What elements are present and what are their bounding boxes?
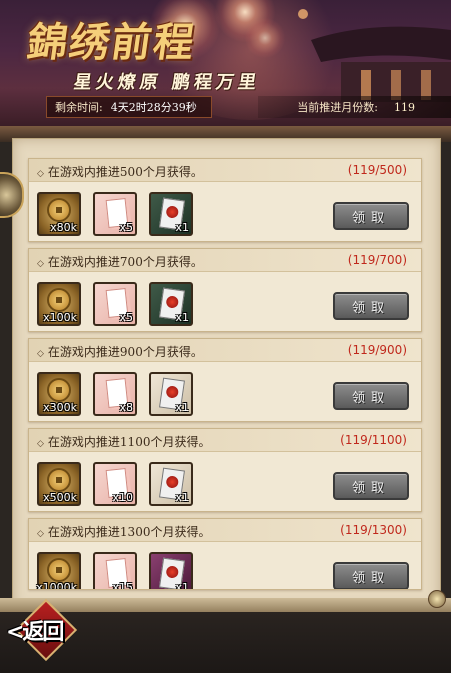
task-title: ◇ 在游戏内推进500个月获得。 xyxy=(37,163,203,180)
reward-count: x1 xyxy=(175,311,189,324)
reward-count: x1 xyxy=(175,401,189,414)
task-progress: (119/900) xyxy=(347,343,407,357)
task-title: ◇ 在游戏内推进700个月获得。 xyxy=(37,253,203,270)
current-months-value: 119 xyxy=(394,100,415,114)
reward-count: x1 xyxy=(175,491,189,504)
info-bar: 剩余时间: 4天2时28分39秒 当前推进月份数: 119 xyxy=(0,96,451,122)
event-title: 錦绣前程 xyxy=(24,19,199,66)
reward-count: x500k xyxy=(43,491,77,504)
task-title: ◇ 在游戏内推进1100个月获得。 xyxy=(37,433,210,450)
diamond-bullet-icon: ◇ xyxy=(37,529,44,539)
reward-count: x1000k xyxy=(36,581,77,590)
red-flower-card-icon[interactable]: x1 xyxy=(149,282,193,326)
claim-button[interactable]: 领取 xyxy=(333,382,409,410)
pink-card-icon[interactable]: x10 xyxy=(93,462,137,506)
reward-art xyxy=(47,468,71,492)
red-flower-card-icon[interactable]: x1 xyxy=(149,372,193,416)
remaining-time-label: 剩余时间: xyxy=(55,101,103,114)
reward-count: x300k xyxy=(43,401,77,414)
claim-button[interactable]: 领取 xyxy=(333,292,409,320)
remaining-time-value: 4天2时28分39秒 xyxy=(110,101,197,114)
task-card-header: ◇ 在游戏内推进1100个月获得。 (119/1100) xyxy=(29,429,421,452)
task-title-text: 在游戏内推进500个月获得。 xyxy=(47,165,203,179)
task-card: ◇ 在游戏内推进700个月获得。 (119/700) x100k x5 x1 领取 xyxy=(28,248,422,332)
pink-card-icon[interactable]: x5 xyxy=(93,282,137,326)
task-card-header: ◇ 在游戏内推进500个月获得。 (119/500) xyxy=(29,159,421,182)
task-title-text: 在游戏内推进1300个月获得。 xyxy=(47,525,211,539)
task-title: ◇ 在游戏内推进900个月获得。 xyxy=(37,343,203,360)
reward-count: x10 xyxy=(112,491,133,504)
reward-count: x100k xyxy=(43,311,77,324)
purple-box-card-icon[interactable]: x1 xyxy=(149,552,193,590)
red-flower-card-icon[interactable]: x1 xyxy=(149,462,193,506)
task-card-header: ◇ 在游戏内推进700个月获得。 (119/700) xyxy=(29,249,421,272)
reward-art xyxy=(47,198,71,222)
task-card: ◇ 在游戏内推进500个月获得。 (119/500) x80k x5 x1 领取 xyxy=(28,158,422,242)
reward-count: x8 xyxy=(119,401,133,414)
task-progress: (119/700) xyxy=(347,253,407,267)
task-progress: (119/1300) xyxy=(340,523,407,537)
reward-count: x5 xyxy=(119,221,133,234)
firework-decoration xyxy=(245,18,285,58)
task-progress: (119/500) xyxy=(347,163,407,177)
event-banner: 錦绣前程 星火燎原 鹏程万里 剩余时间: 4天2时28分39秒 当前推进月份数:… xyxy=(0,0,451,126)
copper-coin-icon[interactable]: x100k xyxy=(37,282,81,326)
pink-card-icon[interactable]: x8 xyxy=(93,372,137,416)
pink-card-icon[interactable]: x5 xyxy=(93,192,137,236)
task-progress: (119/1100) xyxy=(340,433,407,447)
event-subtitle: 星火燎原 鹏程万里 xyxy=(72,72,262,93)
current-months-box: 当前推进月份数: 119 xyxy=(258,96,451,118)
remaining-time-box: 剩余时间: 4天2时28分39秒 xyxy=(46,96,212,118)
task-card-header: ◇ 在游戏内推进1300个月获得。 (119/1300) xyxy=(29,519,421,542)
task-card-header: ◇ 在游戏内推进900个月获得。 (119/900) xyxy=(29,339,421,362)
task-title-text: 在游戏内推进900个月获得。 xyxy=(47,345,203,359)
reward-count: x1 xyxy=(175,221,189,234)
copper-coin-icon[interactable]: x300k xyxy=(37,372,81,416)
back-button-label: <返回 xyxy=(6,619,64,645)
reward-count: x1 xyxy=(175,581,189,590)
diamond-bullet-icon: ◇ xyxy=(37,349,44,359)
reward-count: x5 xyxy=(119,311,133,324)
red-flower-card-icon[interactable]: x1 xyxy=(149,192,193,236)
copper-coin-icon[interactable]: x500k xyxy=(37,462,81,506)
task-card: ◇ 在游戏内推进900个月获得。 (119/900) x300k x8 x1 领取 xyxy=(28,338,422,422)
claim-button[interactable]: 领取 xyxy=(333,202,409,230)
reward-art xyxy=(47,558,71,582)
copper-coin-icon[interactable]: x1000k xyxy=(36,552,81,590)
claim-button[interactable]: 领取 xyxy=(333,562,409,589)
diamond-bullet-icon: ◇ xyxy=(37,259,44,269)
copper-coin-icon[interactable]: x80k xyxy=(37,192,81,236)
back-button[interactable]: <返回 xyxy=(4,598,78,662)
diamond-bullet-icon: ◇ xyxy=(37,169,44,179)
reward-count: x15 xyxy=(112,581,133,590)
diamond-bullet-icon: ◇ xyxy=(37,439,44,449)
task-card: ◇ 在游戏内推进1300个月获得。 (119/1300) x1000k x15 x1 领取 xyxy=(28,518,422,590)
scroll-knob-icon xyxy=(428,590,446,608)
reward-count: x80k xyxy=(50,221,77,234)
reward-art xyxy=(47,288,71,312)
task-title-text: 在游戏内推进700个月获得。 xyxy=(47,255,203,269)
claim-button[interactable]: 领取 xyxy=(333,472,409,500)
current-months-label: 当前推进月份数: xyxy=(297,101,378,114)
reward-art xyxy=(47,378,71,402)
task-card: ◇ 在游戏内推进1100个月获得。 (119/1100) x500k x10 x1 领取 xyxy=(28,428,422,512)
task-title-text: 在游戏内推进1100个月获得。 xyxy=(47,435,211,449)
pink-card-icon[interactable]: x15 xyxy=(93,552,137,590)
task-title: ◇ 在游戏内推进1300个月获得。 xyxy=(37,523,210,540)
